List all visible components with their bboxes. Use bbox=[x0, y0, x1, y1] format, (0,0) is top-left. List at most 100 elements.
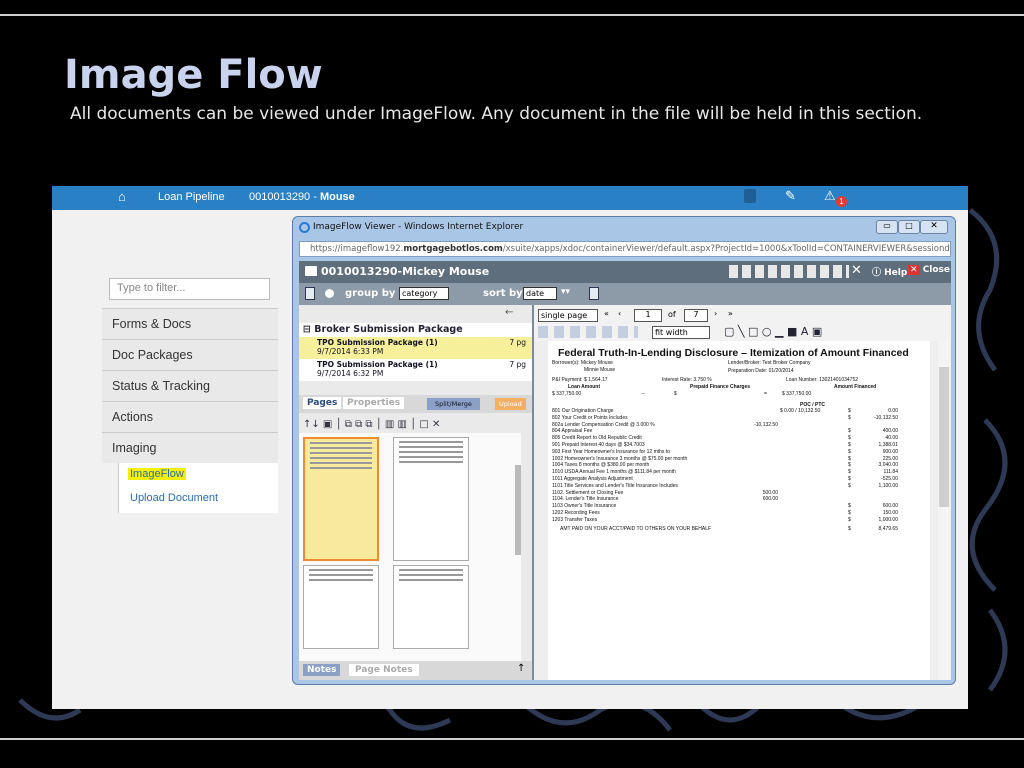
tab-page-notes[interactable]: Page Notes bbox=[349, 664, 419, 676]
toolbar-icons[interactable] bbox=[729, 265, 849, 278]
sort-by-select[interactable]: date bbox=[523, 287, 557, 300]
scroll-thumb[interactable] bbox=[939, 367, 949, 507]
prep-date: Preparation Date: 01/20/2014 bbox=[728, 368, 794, 374]
fee-d: 802 Your Credit or Points Includes bbox=[552, 414, 628, 421]
fee-d: 1203 Transfer Taxes bbox=[552, 516, 598, 523]
page-tools[interactable]: ↑↓ ▣ │ ⧉ ⧉ ⧉ │ ▥ ▥ │ □ ✕ bbox=[303, 419, 440, 430]
prepaid-dollar: $ bbox=[674, 391, 677, 397]
annotation-tools[interactable] bbox=[538, 326, 638, 338]
close-x-icon[interactable]: ✕ bbox=[851, 263, 862, 278]
notes-tab-bar: Notes Page Notes ↑ bbox=[299, 661, 532, 680]
page-icon[interactable] bbox=[589, 287, 599, 300]
page-thumbnail[interactable] bbox=[393, 437, 469, 561]
sort-direction-icon[interactable]: ▾▾ bbox=[561, 287, 570, 297]
fee-t: 3,040.00 bbox=[878, 462, 898, 469]
fee-dollar: $ bbox=[848, 482, 851, 489]
fee-t: 225.00 bbox=[882, 455, 898, 462]
borrowers: Borrower(s): Mickey Mouse bbox=[552, 360, 613, 366]
slide-title: Image Flow bbox=[64, 52, 323, 98]
fee-d: 1004 Taxes 8 months @ $380.00 per month bbox=[552, 462, 650, 469]
fee-dollar: $ bbox=[848, 435, 851, 442]
loan-number: Loan Number: 13021401034752 bbox=[786, 377, 859, 383]
page-of-label: of bbox=[668, 310, 676, 319]
amt-paid-label: AMT PAID ON YOUR ACCT/PAID TO OTHERS ON … bbox=[560, 526, 712, 532]
sidebar-item-actions[interactable]: Actions bbox=[102, 401, 278, 432]
fee-a: -10,132.50 bbox=[754, 421, 778, 428]
previous-page-button[interactable]: ‹ bbox=[618, 309, 621, 318]
tree-item[interactable]: TPO Submission Package (1) 9/7/2014 6:33 … bbox=[299, 337, 532, 359]
first-page-button[interactable]: « bbox=[604, 309, 609, 318]
close-window-button[interactable]: ✕ bbox=[920, 220, 948, 234]
fee-t: 1,000.00 bbox=[878, 516, 898, 523]
imageflow-window: ImageFlow Viewer - Windows Internet Expl… bbox=[292, 216, 956, 685]
financed-header: Amount Financed bbox=[834, 384, 877, 390]
address-bar[interactable]: https://imageflow192.mortgagebotlos.com/… bbox=[299, 241, 951, 257]
collapse-arrow-icon[interactable]: ← bbox=[505, 307, 513, 318]
document-icon[interactable] bbox=[305, 287, 315, 300]
fee-dollar: $ bbox=[848, 455, 851, 462]
document-viewer-panel: single page « ‹ 1 of 7 › » fit width ▢ ╲… bbox=[534, 305, 951, 680]
borrower-2: Minnie Mouse bbox=[584, 367, 616, 373]
tree-item[interactable]: TPO Submission Package (1) 9/7/2014 6:32 … bbox=[299, 359, 532, 381]
home-icon[interactable]: ⌂ bbox=[118, 189, 126, 204]
fee-d: 1010 USDA Annual Fee 1 months @ $111.84 … bbox=[552, 469, 676, 476]
page-thumbnail[interactable] bbox=[393, 565, 469, 649]
upload-button[interactable]: Upload bbox=[495, 398, 526, 410]
ie-icon bbox=[299, 222, 310, 233]
pencil-icon[interactable]: ✎ bbox=[785, 188, 796, 204]
fee-dollar: $ bbox=[848, 428, 851, 435]
fee-d: 1011 Aggregate Analysis Adjustment bbox=[552, 476, 633, 482]
group-by-select[interactable]: category bbox=[399, 287, 449, 300]
fee-t: 150.00 bbox=[882, 510, 898, 516]
sidebar-item-forms-docs[interactable]: Forms & Docs bbox=[102, 308, 278, 339]
fee-d: 802a Lender Compensation Credit @ 3.000 … bbox=[552, 421, 655, 428]
page-number-input[interactable]: 1 bbox=[634, 309, 662, 322]
fee-d: 1202 Recording Fees bbox=[552, 510, 600, 516]
amt-paid-total: $8,479.65 bbox=[848, 526, 898, 532]
fee-t: 400.00 bbox=[882, 428, 898, 435]
fee-dollar: $ bbox=[848, 516, 851, 523]
sidebar-item-doc-packages[interactable]: Doc Packages bbox=[102, 339, 278, 370]
fee-d: 805 Credit Report to Old Republic Credit bbox=[552, 435, 642, 442]
split-merge-button[interactable]: Split/Merge bbox=[427, 398, 480, 410]
radio-icon[interactable] bbox=[325, 289, 334, 298]
tab-pages[interactable]: Pages bbox=[303, 397, 342, 409]
page-thumbnail-selected[interactable] bbox=[303, 437, 379, 561]
loan-pipeline-link[interactable]: Loan Pipeline bbox=[158, 191, 225, 203]
zoom-select[interactable]: fit width bbox=[652, 326, 710, 339]
upload-document-link[interactable]: Upload Document bbox=[118, 492, 278, 504]
help-button[interactable]: ⓘ Help bbox=[872, 265, 907, 278]
fee-t: 600.00 bbox=[882, 503, 898, 510]
minimize-button[interactable]: ▭ bbox=[876, 220, 898, 234]
lender: Lender/Broker: Test Broker Company bbox=[728, 360, 811, 366]
fee-dollar: $ bbox=[848, 448, 851, 455]
fee-t: 111.84 bbox=[883, 469, 898, 476]
close-button[interactable]: ✕ Close bbox=[908, 265, 950, 275]
filter-input[interactable]: Type to filter... bbox=[109, 278, 270, 300]
tree-group-header[interactable]: ⊟ Broker Submission Package bbox=[299, 323, 532, 337]
document-page: Federal Truth-In-Lending Disclosure – It… bbox=[548, 341, 930, 680]
imageflow-link[interactable]: ImageFlow bbox=[118, 468, 278, 480]
maximize-button[interactable]: □ bbox=[898, 220, 920, 234]
thumbnail-scrollbar[interactable] bbox=[515, 465, 521, 555]
folder-icon bbox=[305, 266, 317, 276]
document-scrollbar[interactable] bbox=[938, 341, 950, 680]
fee-d: 1101 Title Services and Lender's Title I… bbox=[552, 482, 678, 489]
fee-a: 600.00 bbox=[762, 496, 778, 503]
alert-icon[interactable]: ⚠ bbox=[824, 188, 836, 204]
group-by-label: group by bbox=[345, 288, 396, 299]
tab-properties[interactable]: Properties bbox=[343, 397, 405, 409]
tab-notes[interactable]: Notes bbox=[303, 664, 341, 676]
sidebar-item-imaging[interactable]: Imaging bbox=[102, 432, 278, 463]
scroll-up-icon[interactable]: ↑ bbox=[517, 663, 525, 674]
next-page-button[interactable]: › bbox=[714, 309, 717, 318]
view-mode-select[interactable]: single page bbox=[538, 309, 598, 322]
book-icon[interactable] bbox=[744, 189, 756, 203]
sidebar-item-status-tracking[interactable]: Status & Tracking bbox=[102, 370, 278, 401]
pager-toolbar: single page « ‹ 1 of 7 › » fit width ▢ ╲… bbox=[534, 305, 951, 341]
last-page-button[interactable]: » bbox=[728, 309, 733, 318]
page-thumbnail[interactable] bbox=[303, 565, 379, 649]
equals-sign: = bbox=[764, 391, 767, 397]
total-pages: 7 bbox=[684, 309, 708, 322]
drawing-tools[interactable]: ▢ ╲ □ ○ ▁ ■ A ▣ bbox=[724, 325, 822, 338]
